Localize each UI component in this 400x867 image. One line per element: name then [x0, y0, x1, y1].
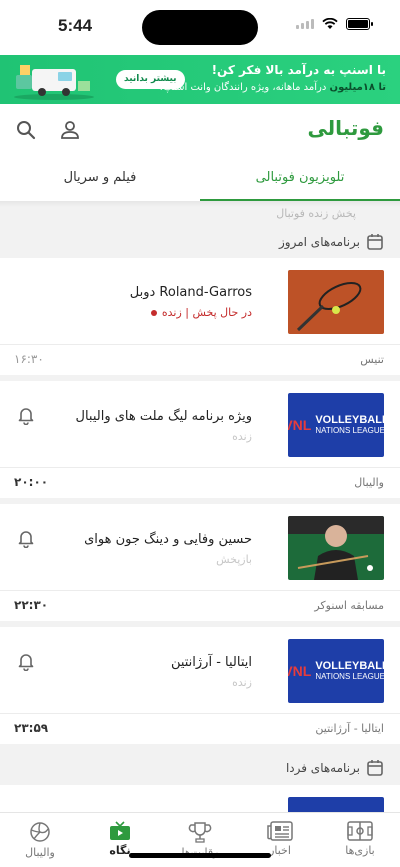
program-card[interactable]: حسین وفایی و دینگ جون هوای بازپخش ۲۲:۳۰ …: [0, 504, 400, 621]
program-time: ۱۶:۳۰: [14, 352, 44, 366]
nav-label: بازی‌ها: [345, 844, 375, 857]
program-status: زنده: [232, 676, 252, 689]
program-title: ویژه برنامه لیگ ملت های والیبال: [75, 409, 253, 424]
program-time: ۲۲:۳۰: [14, 598, 49, 612]
live-dot-icon: [150, 309, 157, 316]
vnl-line2: NATIONS LEAGUE: [315, 671, 384, 681]
vnl-mark: VNL: [288, 663, 312, 679]
nav-games[interactable]: بازی‌ها: [320, 813, 400, 867]
program-thumbnail: [288, 516, 384, 580]
program-title: دوبل Roland-Garros: [129, 285, 252, 300]
user-icon[interactable]: [58, 118, 82, 142]
program-title: حسین وفایی و دینگ جون هوای: [84, 532, 252, 547]
program-time: ۲۰:۰۰: [14, 475, 49, 489]
tab-football-tv[interactable]: تلویزیون فوتبالی: [200, 156, 400, 201]
dynamic-island: [142, 10, 258, 45]
day-header-label: برنامه‌های امروز: [279, 235, 360, 249]
nav-news[interactable]: اخبار: [240, 813, 320, 867]
program-title: ایتالیا - آرژانتین: [170, 655, 252, 670]
card-divider: [0, 467, 400, 468]
program-status-text: در حال پخش | زنده: [161, 306, 252, 319]
bottom-navigation: بازی‌ها اخبار رقابت‌ها نگاه: [0, 812, 400, 867]
day-header-label: برنامه‌های فردا: [285, 761, 360, 775]
program-status: در حال پخش | زنده: [150, 306, 252, 319]
program-card[interactable]: VNL VOLLEYBALLNATIONS LEAGUE ویژه برنامه…: [0, 381, 400, 498]
status-time: 5:44: [58, 16, 93, 35]
home-indicator: [129, 853, 271, 858]
nav-label: اخبار: [269, 844, 291, 857]
wifi-icon: [322, 18, 338, 29]
ad-subtitle-highlight: تا ۱۸میلیون: [329, 82, 386, 93]
newspaper-icon: [267, 821, 293, 841]
battery-icon: [346, 18, 373, 30]
signal-icon: [296, 19, 314, 29]
nav-watch[interactable]: نگاه: [80, 813, 160, 867]
nav-volleyball[interactable]: والیبال: [0, 813, 80, 867]
app-header: فوتبالی: [0, 104, 400, 156]
program-thumbnail: [288, 270, 384, 334]
bell-icon[interactable]: [16, 405, 36, 425]
program-card[interactable]: دوبل Roland-Garros در حال پخش | زنده ۱۶:…: [0, 258, 400, 375]
program-category: مسابقه اسنوکر: [314, 599, 384, 612]
program-category: تنیس: [360, 353, 384, 366]
ad-banner[interactable]: بیشتر بدانید با اسنپ به درآمد بالا فکر ک…: [0, 55, 400, 104]
program-status: بازپخش: [216, 553, 252, 566]
ad-van-illustration: [14, 65, 94, 100]
calendar-icon: [367, 234, 383, 250]
bell-icon[interactable]: [16, 528, 36, 548]
volleyball-icon: [30, 822, 50, 842]
card-divider: [0, 590, 400, 591]
vnl-logo-thumbnail: VNL VOLLEYBALLNATIONS LEAGUE: [288, 393, 384, 457]
vnl-line2: NATIONS LEAGUE: [315, 425, 384, 435]
program-status: زنده: [232, 430, 252, 443]
search-icon[interactable]: [14, 118, 38, 142]
tv-icon: [110, 821, 130, 840]
status-icons: [296, 18, 373, 30]
day-header-tomorrow: برنامه‌های فردا: [0, 752, 400, 784]
program-category: والیبال: [354, 476, 384, 489]
pitch-icon: [347, 821, 373, 841]
card-divider: [0, 344, 400, 345]
program-category: ایتالیا - آرژانتین: [315, 722, 384, 735]
day-header-today: برنامه‌های امروز: [0, 226, 400, 258]
calendar-icon: [367, 760, 383, 776]
nav-label: والیبال: [25, 846, 55, 859]
tab-bar: تلویزیون فوتبالی فیلم و سریال: [0, 156, 400, 201]
trophy-icon: [188, 822, 212, 843]
ad-subtitle-text: درآمد ماهانه، ویژه رانندگان وانت اسنپ!: [159, 82, 330, 93]
vnl-line1: VOLLEYBALL: [315, 660, 384, 673]
vnl-logo-thumbnail: VNL VOLLEYBALLNATIONS LEAGUE: [288, 639, 384, 703]
ad-subtitle: تا ۱۸میلیون درآمد ماهانه، ویژه رانندگان …: [159, 82, 386, 93]
program-time: ۲۳:۵۹: [14, 721, 49, 735]
vnl-mark: VNL: [288, 417, 312, 433]
bell-icon[interactable]: [16, 651, 36, 671]
status-bar: 5:44: [0, 0, 400, 55]
ad-title: با اسنپ به درآمد بالا فکر کن!: [211, 63, 386, 77]
card-divider: [0, 713, 400, 714]
nav-label: نگاه: [109, 844, 131, 857]
vnl-line1: VOLLEYBALL: [315, 414, 384, 427]
app-logo: فوتبالی: [307, 116, 384, 140]
section-label: پخش زنده فوتبال: [276, 207, 356, 220]
nav-competitions[interactable]: رقابت‌ها: [160, 813, 240, 867]
tab-movies-series[interactable]: فیلم و سریال: [0, 156, 200, 201]
program-card[interactable]: VNL VOLLEYBALLNATIONS LEAGUE ایتالیا - آ…: [0, 627, 400, 744]
program-card[interactable]: [0, 785, 400, 815]
